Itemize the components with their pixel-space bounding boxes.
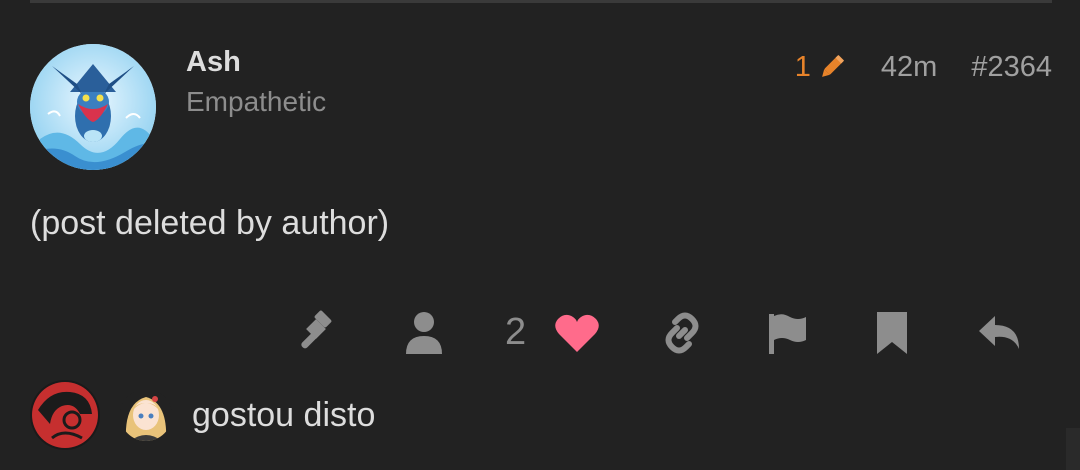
post-number[interactable]: #2364	[971, 51, 1052, 84]
reply-icon	[979, 316, 1019, 349]
gavel-icon	[301, 310, 332, 349]
avatar-illustration	[30, 44, 156, 170]
flag-icon	[769, 314, 806, 354]
user-info-button[interactable]	[402, 309, 446, 357]
post-actions: 2	[0, 309, 1080, 357]
liker-avatar-image	[30, 380, 100, 450]
edit-history-button[interactable]: 1	[795, 51, 847, 84]
reply-button[interactable]	[976, 309, 1024, 357]
bookmark-button[interactable]	[872, 309, 912, 357]
like-count[interactable]: 2	[505, 311, 526, 354]
divider	[30, 0, 1052, 3]
liker-avatar[interactable]	[30, 380, 100, 450]
likers-row: gostou disto	[30, 380, 375, 450]
post-age[interactable]: 42m	[881, 51, 937, 84]
link-icon	[665, 312, 699, 354]
liker-avatar-image	[120, 389, 172, 441]
like-button[interactable]	[553, 309, 601, 357]
admin-button[interactable]	[294, 309, 342, 357]
likers-text[interactable]: gostou disto	[192, 396, 375, 435]
post-meta: 1 42m #2364	[795, 48, 1052, 86]
liker-avatar[interactable]	[120, 389, 172, 441]
flag-button[interactable]	[766, 309, 810, 357]
share-link-button[interactable]	[659, 309, 705, 357]
bookmark-icon	[877, 312, 907, 354]
post-container: Ash Empathetic 1 42m #2364 (post deleted…	[0, 0, 1080, 470]
username[interactable]: Ash	[186, 46, 241, 79]
scrollbar[interactable]	[1066, 428, 1080, 470]
user-title: Empathetic	[186, 86, 327, 117]
pencil-icon	[822, 54, 844, 77]
post-body: (post deleted by author)	[30, 204, 390, 242]
edit-count: 1	[794, 50, 811, 83]
user-icon	[406, 312, 442, 354]
user-avatar[interactable]	[30, 44, 156, 170]
heart-icon	[555, 314, 599, 352]
